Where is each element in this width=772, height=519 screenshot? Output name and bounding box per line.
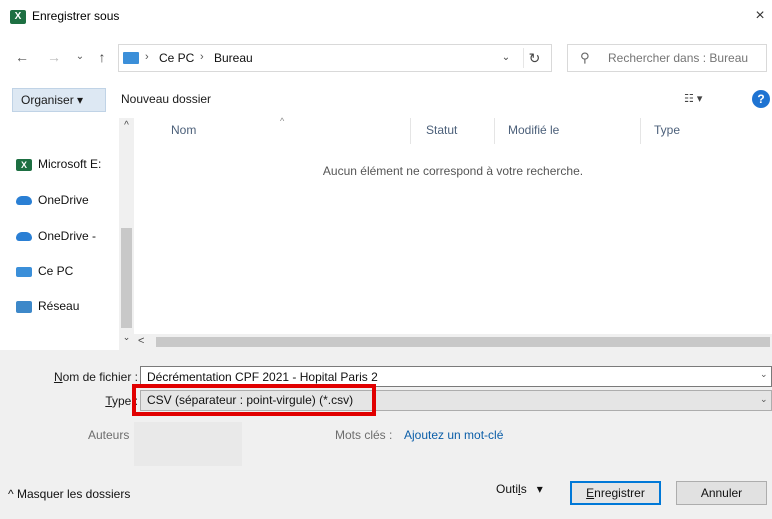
tools-label-pre: Outi: [496, 482, 519, 496]
column-divider[interactable]: [640, 118, 641, 144]
tools-button[interactable]: Outils ▾: [496, 482, 543, 496]
tags-label: Mots clés :: [335, 428, 393, 442]
onedrive-icon: [16, 232, 32, 242]
chevron-down-icon[interactable]: ⌄: [760, 369, 768, 380]
up-arrow-icon[interactable]: ↑: [92, 47, 112, 67]
excel-icon: X: [16, 158, 32, 171]
tools-label-post: s: [520, 482, 527, 496]
sidebar-item-ce-pc[interactable]: Ce PC: [16, 259, 120, 283]
search-icon: ⚲: [580, 50, 590, 65]
filename-label-accesskey: N: [53, 370, 63, 384]
new-folder-button[interactable]: Nouveau dossier: [121, 92, 211, 106]
breadcrumb-bureau[interactable]: Bureau: [214, 51, 253, 65]
column-header-nom[interactable]: Nom: [171, 123, 196, 137]
address-bar[interactable]: › Ce PC › Bureau ⌄ ↻: [118, 44, 552, 72]
column-divider[interactable]: [410, 118, 411, 144]
file-list: ^ Nom Statut Modifié le Type Aucun éléme…: [134, 116, 772, 350]
add-tag-link[interactable]: Ajoutez un mot-clé: [404, 428, 503, 442]
search-input[interactable]: [608, 51, 766, 65]
search-box[interactable]: ⚲: [567, 44, 767, 72]
chevron-up-icon: ^: [8, 487, 17, 501]
scroll-left-icon[interactable]: <: [138, 335, 144, 347]
breadcrumb-separator: ›: [145, 51, 149, 63]
sidebar-scrollbar[interactable]: ^ ⌄: [119, 118, 134, 350]
scrollbar-thumb[interactable]: [121, 228, 132, 328]
column-header-modifie-le[interactable]: Modifié le: [508, 123, 559, 137]
authors-label: Auteurs: [88, 428, 130, 442]
sidebar-item-label: Réseau: [38, 299, 80, 313]
hide-folders-button[interactable]: ^ Masquer les dossiers: [8, 487, 130, 501]
filename-label-text: om de fichier :: [62, 370, 138, 384]
sidebar-item-label: Microsoft E:: [38, 157, 102, 171]
red-highlight-box: [132, 384, 376, 416]
column-header-statut[interactable]: Statut: [426, 123, 457, 137]
authors-field[interactable]: [134, 422, 242, 466]
scroll-up-icon[interactable]: ^: [119, 120, 134, 131]
breadcrumb-separator: ›: [200, 51, 204, 63]
computer-icon: [123, 52, 139, 64]
type-label: Type :: [10, 394, 138, 408]
sidebar-item-label: OneDrive -: [38, 229, 97, 243]
toolbar: Organiser ▾ Nouveau dossier ☷ ▾ ?: [0, 82, 772, 118]
refresh-icon[interactable]: ↻: [523, 48, 545, 68]
chevron-down-icon[interactable]: ⌄: [760, 394, 768, 405]
sidebar-item-reseau[interactable]: Réseau: [16, 294, 120, 318]
sidebar-item-label: OneDrive: [38, 193, 89, 207]
filename-label: Nom de fichier :: [10, 370, 138, 384]
network-icon: [16, 300, 32, 313]
chevron-down-icon[interactable]: ⌄: [497, 49, 515, 67]
sidebar-item-label: Ce PC: [38, 264, 74, 278]
view-options-icon[interactable]: ☷ ▾: [684, 92, 702, 105]
sort-caret-icon: ^: [280, 116, 285, 126]
empty-state-message: Aucun élément ne correspond à votre rech…: [322, 164, 584, 178]
sidebar-item-microsoft-excel[interactable]: X Microsoft E:: [16, 152, 120, 176]
horizontal-scrollbar[interactable]: <: [134, 334, 772, 350]
recent-locations-chevron-icon[interactable]: ⌄: [70, 47, 90, 67]
save-label-text: nregistrer: [594, 486, 645, 500]
scrollbar-thumb[interactable]: [156, 337, 770, 347]
onedrive-icon: [16, 196, 32, 206]
save-button[interactable]: Enregistrer: [570, 481, 661, 505]
chevron-down-icon: ▾: [536, 482, 543, 496]
forward-arrow-icon[interactable]: →: [44, 47, 64, 67]
organize-button[interactable]: Organiser ▾: [12, 88, 106, 112]
save-label-accesskey: E: [586, 486, 595, 500]
navigation-pane: X Microsoft E: OneDrive OneDrive - Ce PC …: [0, 118, 134, 350]
sidebar-item-onedrive-business[interactable]: OneDrive -: [16, 224, 120, 248]
column-divider[interactable]: [494, 118, 495, 144]
save-form: Nom de fichier : ⌄ Type : CSV (séparateu…: [0, 350, 772, 519]
breadcrumb-ce-pc[interactable]: Ce PC: [159, 51, 194, 65]
close-button[interactable]: ×: [748, 4, 772, 28]
hide-folders-label: Masquer les dossiers: [16, 487, 131, 501]
title-bar: X Enregistrer sous ×: [0, 0, 772, 34]
sidebar-item-onedrive[interactable]: OneDrive: [16, 188, 120, 212]
type-label-accesskey: T: [105, 394, 112, 408]
cancel-button[interactable]: Annuler: [676, 481, 767, 505]
back-arrow-icon[interactable]: ←: [12, 47, 32, 67]
help-icon[interactable]: ?: [752, 90, 770, 108]
excel-icon: X: [10, 10, 26, 24]
column-header-type[interactable]: Type: [654, 123, 680, 137]
computer-icon: [16, 266, 32, 277]
window-title: Enregistrer sous: [32, 9, 120, 23]
scroll-down-icon[interactable]: ⌄: [119, 332, 134, 343]
